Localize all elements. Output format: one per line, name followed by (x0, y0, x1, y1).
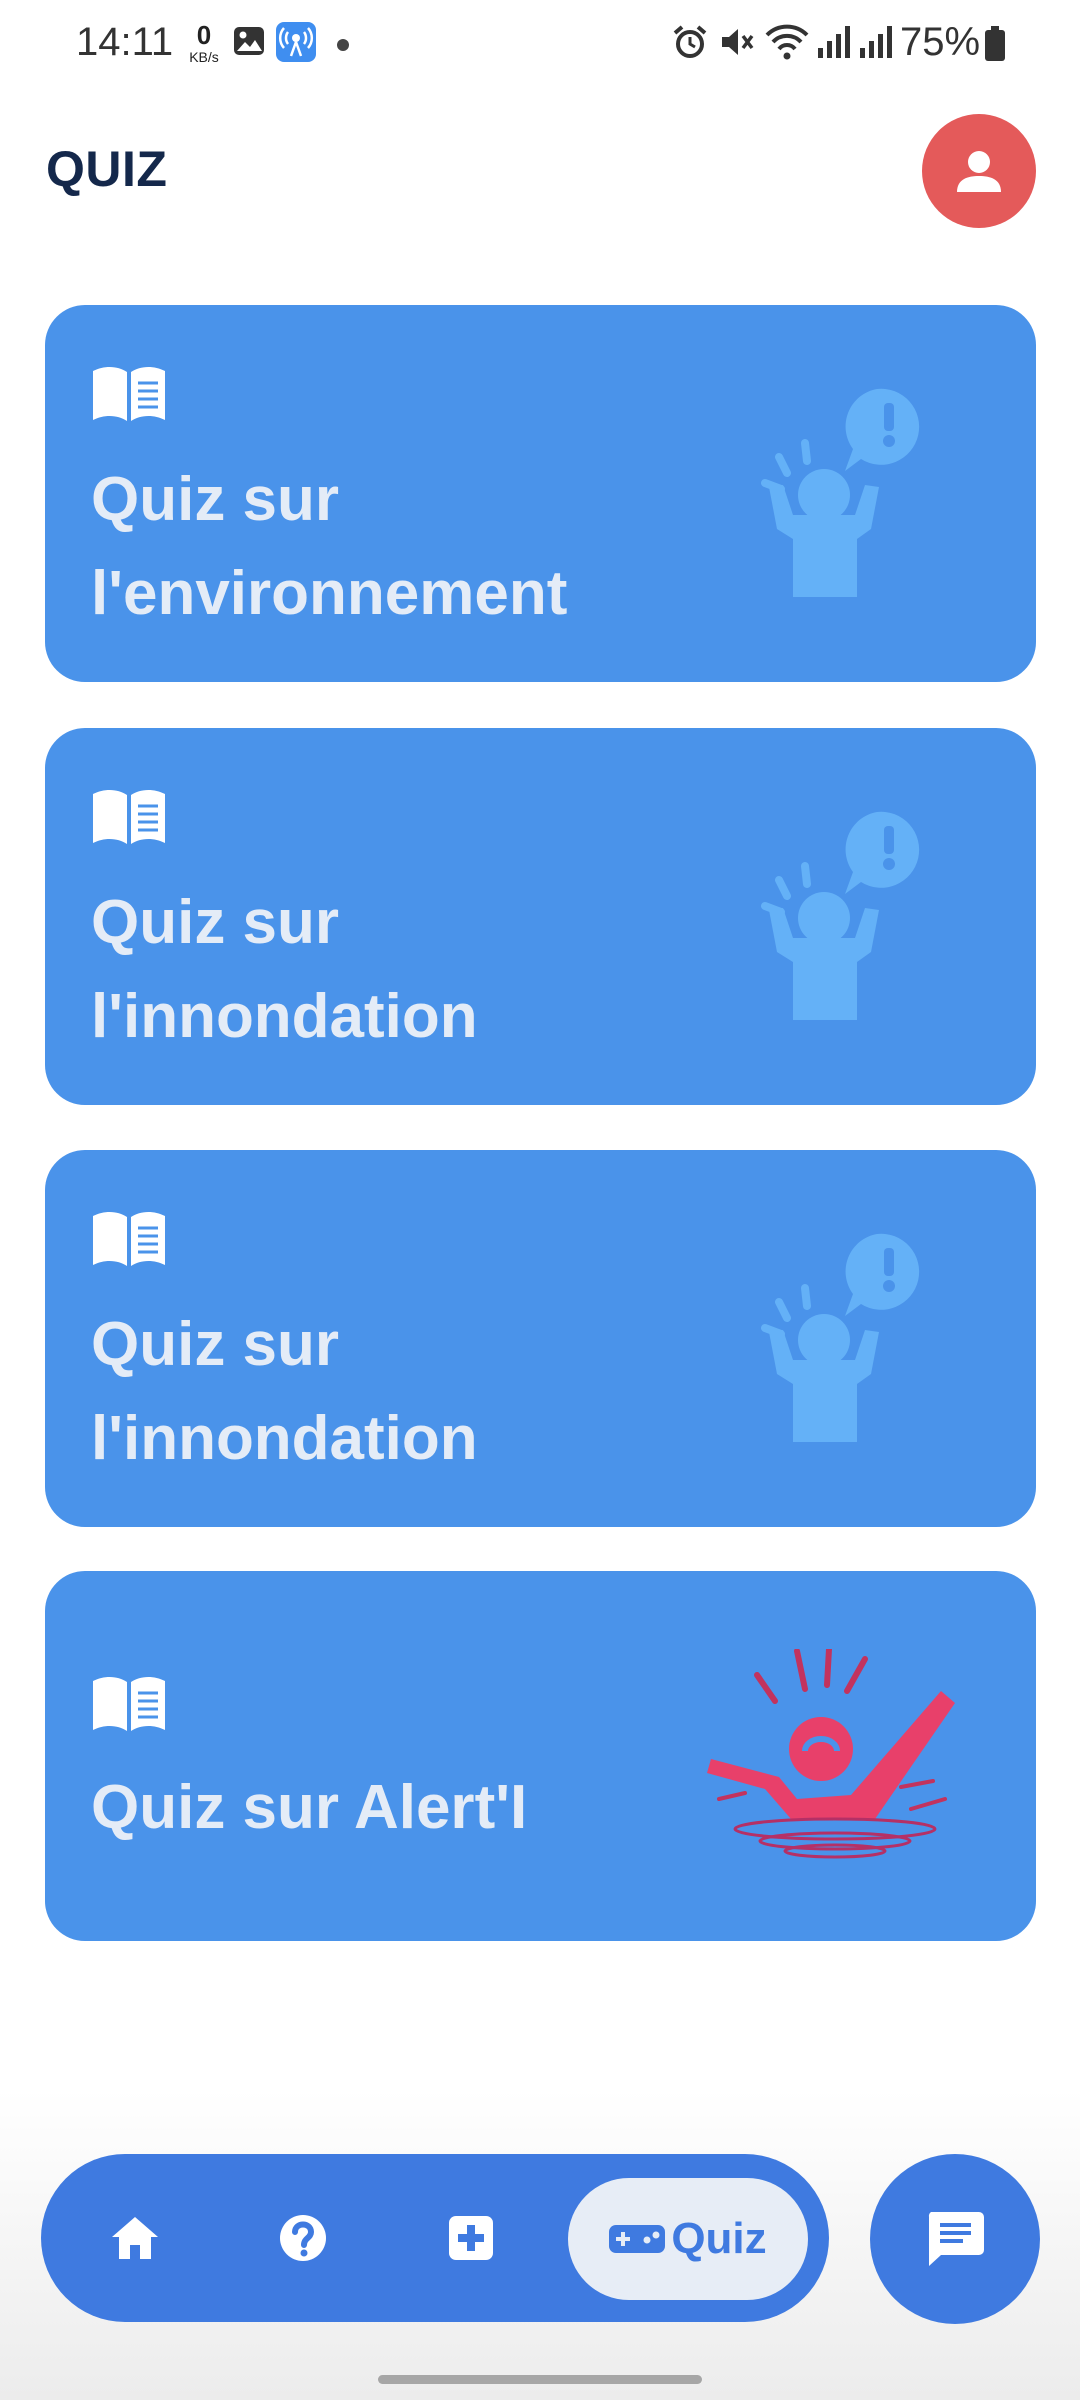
status-bar: 14:11 0 KB/s 75% (0, 0, 1080, 90)
mute-icon (718, 24, 754, 70)
quiz-title-line2: l'innondation (91, 1404, 478, 1473)
battery-percent: 75% (900, 20, 981, 64)
bottom-navigation: Quiz (41, 2154, 829, 2322)
alarmed-person-icon (757, 1232, 937, 1457)
signal-icon (816, 24, 852, 70)
nav-help[interactable] (267, 2202, 339, 2274)
quiz-title-line1: Quiz sur (91, 465, 340, 534)
battery-icon (984, 26, 1006, 72)
quiz-title-line1: Quiz sur (91, 1310, 340, 1379)
signal-icon-2 (858, 24, 894, 70)
gallery-icon (232, 24, 266, 68)
net-speed-unit: KB/s (189, 49, 219, 65)
quiz-title: Quiz sur l'innondation (91, 876, 478, 1064)
quiz-card-environnement[interactable]: Quiz sur l'environnement (45, 305, 1036, 682)
book-icon (91, 1208, 167, 1273)
quiz-title-line1: Quiz sur (91, 888, 340, 957)
alarmed-person-icon (757, 810, 937, 1035)
quiz-title-line2: l'innondation (91, 982, 478, 1051)
notification-dot (337, 39, 349, 51)
quiz-title: Quiz sur l'environnement (91, 453, 567, 641)
home-indicator[interactable] (378, 2375, 702, 2384)
page-title: QUIZ (46, 141, 168, 197)
nav-quiz-label: Quiz (671, 2214, 767, 2263)
net-speed-value: 0 (196, 20, 212, 50)
hotspot-icon (276, 22, 316, 72)
quiz-card-innondation-2[interactable]: Quiz sur l'innondation (45, 1150, 1036, 1527)
book-icon (91, 1673, 167, 1738)
home-icon (112, 2217, 158, 2259)
quiz-screen: 14:11 0 KB/s 75% QUIZ Quiz sur l'environ… (0, 0, 1080, 2400)
nav-home[interactable] (99, 2202, 171, 2274)
alarmed-person-icon (757, 387, 937, 612)
help-icon (280, 2215, 326, 2261)
wifi-icon (764, 22, 810, 72)
profile-button[interactable] (922, 114, 1036, 228)
chat-button[interactable] (870, 2154, 1040, 2324)
gamepad-icon (609, 2225, 666, 2253)
chat-icon (928, 2212, 984, 2266)
medical-plus-icon (449, 2216, 493, 2260)
quiz-card-innondation[interactable]: Quiz sur l'innondation (45, 728, 1036, 1105)
status-time: 14:11 (76, 20, 174, 64)
person-icon (957, 151, 1001, 192)
quiz-title: Quiz sur l'innondation (91, 1298, 478, 1486)
book-icon (91, 786, 167, 851)
nav-medical[interactable] (435, 2202, 507, 2274)
quiz-title: Quiz sur Alert'I (91, 1773, 528, 1842)
quiz-card-alerti[interactable]: Quiz sur Alert'I (45, 1571, 1036, 1941)
alarm-icon (672, 24, 708, 70)
nav-quiz[interactable]: Quiz (568, 2178, 808, 2300)
quiz-title-line2: l'environnement (91, 559, 568, 628)
drowning-person-icon (705, 1646, 975, 1864)
book-icon (91, 363, 167, 428)
net-speed: 0 KB/s (184, 22, 224, 64)
